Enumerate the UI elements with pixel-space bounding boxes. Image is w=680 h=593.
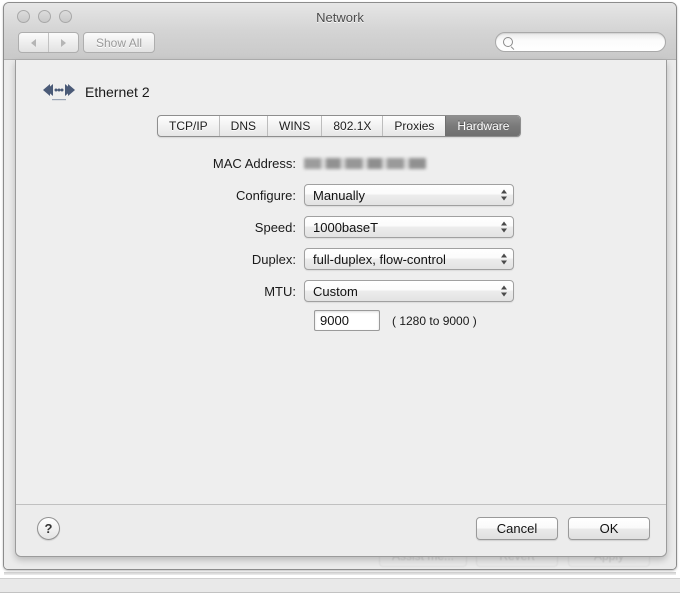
mtu-custom-input[interactable] (314, 310, 380, 331)
navigation-buttons (18, 32, 79, 53)
speed-value: 1000baseT (313, 219, 379, 235)
tab-proxies[interactable]: Proxies (382, 116, 445, 136)
tab-hardware[interactable]: Hardware (445, 116, 521, 136)
speed-dropdown[interactable]: 1000baseT (304, 216, 514, 238)
window-titlebar: Network Show All (4, 3, 676, 60)
mtu-custom-row: ( 1280 to 9000 ) (16, 310, 666, 331)
search-icon (503, 37, 513, 47)
hardware-form: MAC Address: Configure: Manually Speed: … (16, 152, 666, 331)
sheet-action-buttons: Cancel OK (476, 517, 650, 540)
mtu-row: MTU: Custom (16, 280, 666, 302)
tab-tcpip[interactable]: TCP/IP (158, 116, 219, 136)
duplex-row: Duplex: full-duplex, flow-control (16, 248, 666, 270)
stepper-arrows-icon (501, 221, 507, 233)
forward-button[interactable] (48, 33, 78, 52)
duplex-dropdown[interactable]: full-duplex, flow-control (304, 248, 514, 270)
configure-label: Configure: (236, 187, 296, 203)
speed-row: Speed: 1000baseT (16, 216, 666, 238)
chevron-left-icon (31, 38, 36, 47)
network-preferences-window: Network Show All Location: Automatic Eth… (3, 2, 677, 570)
tab-8021x[interactable]: 802.1X (321, 116, 382, 136)
window-shadow-strip (4, 572, 676, 575)
duplex-value: full-duplex, flow-control (313, 251, 446, 267)
window-title: Network (316, 10, 364, 25)
stepper-arrows-icon (501, 285, 507, 297)
cancel-button[interactable]: Cancel (476, 517, 558, 540)
stepper-arrows-icon (501, 189, 507, 201)
stepper-arrows-icon (501, 253, 507, 265)
configure-dropdown[interactable]: Manually (304, 184, 514, 206)
ok-button[interactable]: OK (568, 517, 650, 540)
mtu-label: MTU: (264, 283, 296, 299)
hardware-tab-bar: TCP/IP DNS WINS 802.1X Proxies Hardware (157, 115, 522, 137)
sheet-header: Ethernet 2 (42, 82, 150, 102)
speed-label: Speed: (254, 219, 296, 235)
back-button[interactable] (19, 33, 48, 52)
sheet-footer: ? Cancel OK (16, 504, 666, 556)
sheet-title: Ethernet 2 (85, 84, 150, 100)
show-all-button[interactable]: Show All (83, 32, 156, 53)
search-input[interactable] (518, 36, 658, 48)
desktop-strip (0, 572, 680, 593)
mac-address-value (304, 157, 426, 169)
ethernet-icon (43, 84, 75, 101)
configure-row: Configure: Manually (16, 184, 666, 206)
tab-dns[interactable]: DNS (218, 116, 267, 136)
search-field[interactable] (495, 32, 666, 52)
mac-address-row: MAC Address: (16, 152, 666, 174)
hardware-settings-sheet: Ethernet 2 TCP/IP DNS WINS 802.1X Proxie… (15, 60, 667, 557)
duplex-label: Duplex: (251, 251, 296, 267)
help-button[interactable]: ? (37, 517, 60, 540)
configure-value: Manually (313, 187, 366, 203)
mtu-range-hint: ( 1280 to 9000 ) (392, 313, 477, 328)
mtu-dropdown[interactable]: Custom (304, 280, 514, 302)
chevron-right-icon (61, 38, 66, 47)
mac-address-label: MAC Address: (212, 155, 296, 171)
tab-wins[interactable]: WINS (267, 116, 321, 136)
mtu-value: Custom (313, 283, 358, 299)
